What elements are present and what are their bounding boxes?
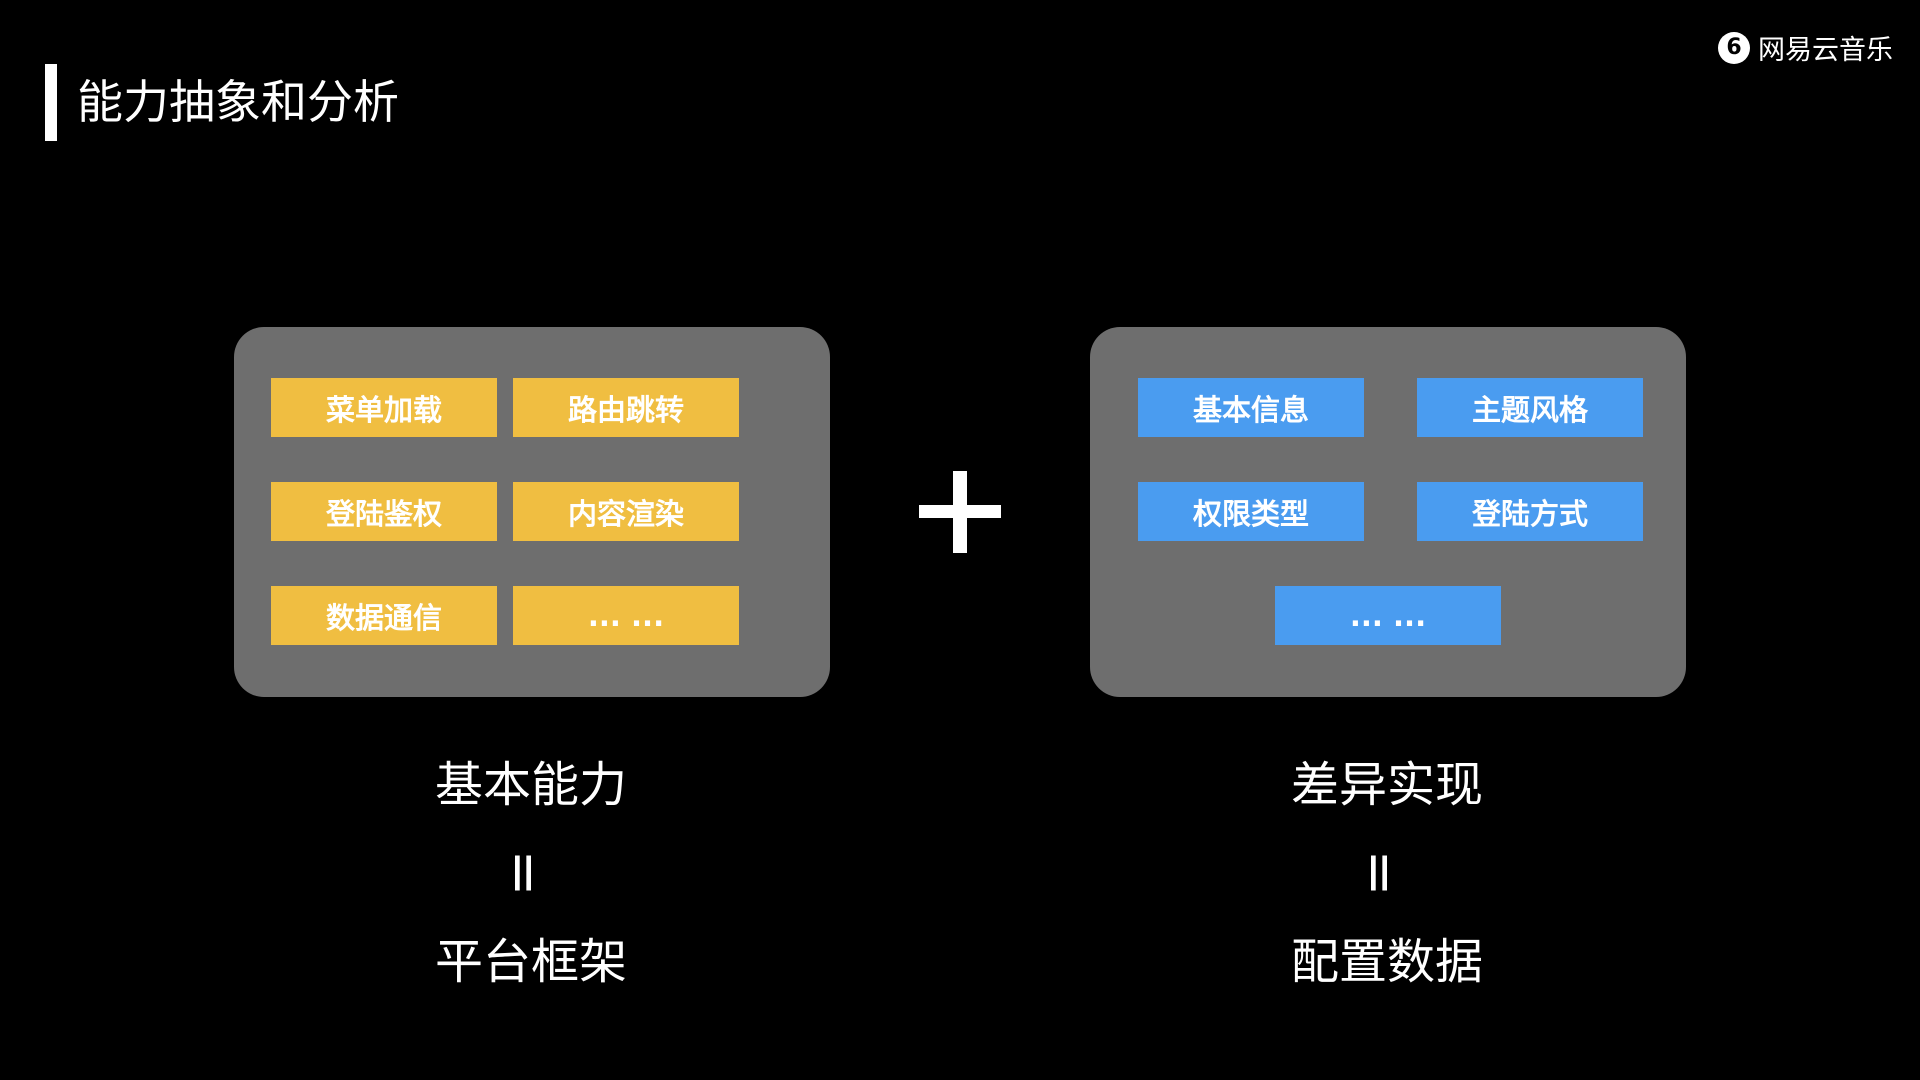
title-accent-bar — [45, 64, 57, 141]
left-caption-bottom: 平台框架 — [434, 934, 627, 990]
config-item: 权限类型 — [1138, 482, 1364, 541]
capability-item: 路由跳转 — [513, 378, 739, 437]
config-item: 登陆方式 — [1417, 482, 1643, 541]
capability-item: 内容渲染 — [513, 482, 739, 541]
netease-music-logo-icon: 6 — [1718, 31, 1750, 64]
brand-name: 网易云音乐 — [1758, 35, 1893, 66]
equals-sign: = — [490, 849, 556, 897]
capability-item: 菜单加载 — [271, 378, 497, 437]
right-equals: = — [1179, 843, 1579, 903]
capability-item: 数据通信 — [271, 586, 497, 645]
brand-logo: 6 网易云音乐 — [1718, 28, 1893, 67]
config-item: ... ... — [1275, 586, 1501, 645]
left-caption-top: 基本能力 — [434, 757, 627, 813]
capability-item: ... ... — [513, 586, 739, 645]
capability-item: 登陆鉴权 — [271, 482, 497, 541]
left-equals: = — [323, 843, 723, 903]
equals-sign: = — [1346, 849, 1412, 897]
page-title: 能力抽象和分析 — [77, 75, 399, 129]
config-item: 主题风格 — [1417, 378, 1643, 437]
config-item: 基本信息 — [1138, 378, 1364, 437]
differences-panel: 基本信息 主题风格 权限类型 登陆方式 ... ... — [1090, 327, 1686, 697]
right-caption-bottom: 配置数据 — [1290, 934, 1483, 990]
plus-icon-vertical — [953, 471, 967, 553]
right-caption-top: 差异实现 — [1290, 757, 1483, 813]
basic-capabilities-panel: 菜单加载 路由跳转 登陆鉴权 内容渲染 数据通信 ... ... — [234, 327, 830, 697]
